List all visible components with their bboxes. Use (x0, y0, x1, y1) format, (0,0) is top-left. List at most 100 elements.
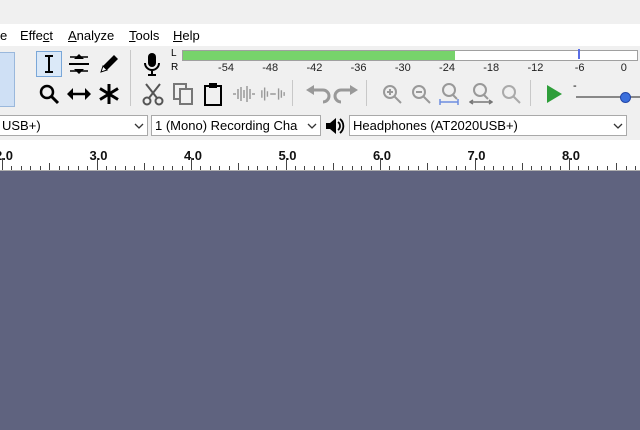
menu-file[interactable]: e (0, 28, 7, 43)
ruler-tick (502, 166, 504, 170)
recording-channels-select[interactable]: 1 (Mono) Recording Cha (151, 115, 321, 136)
silence-audio-button[interactable] (260, 81, 286, 107)
asterisk-icon (99, 84, 119, 104)
ruler-tick (162, 166, 164, 170)
chevron-down-icon (610, 116, 626, 135)
zoom-in-icon (383, 85, 402, 104)
ruler-tick (58, 166, 60, 170)
ruler-tick (276, 166, 278, 170)
redo-icon (333, 85, 358, 104)
menu-analyze-text: nalyze (76, 28, 115, 43)
ruler-tick (96, 158, 98, 170)
ruler-tick (446, 166, 448, 170)
ruler-tick (143, 163, 145, 170)
audio-host-value: USB+) (2, 118, 41, 133)
audio-host-select[interactable]: USB+) (0, 115, 148, 136)
selection-tool-button[interactable] (36, 51, 62, 77)
scissors-icon (142, 83, 164, 106)
magnifier-icon (39, 84, 60, 105)
zoom-out-button[interactable] (408, 81, 434, 107)
toolbar-separator (530, 80, 531, 106)
menu-effect[interactable]: Effect (20, 28, 53, 43)
meter-tick-label: 0 (620, 62, 627, 74)
meter-tick-label: -36 (350, 62, 367, 74)
chevron-down-icon (131, 116, 147, 135)
ruler-tick (77, 166, 79, 170)
menu-help-accel: H (173, 28, 183, 43)
menu-help[interactable]: Help (173, 28, 200, 43)
ruler-tick (20, 166, 22, 170)
speed-slider-thumb[interactable] (620, 92, 631, 103)
menu-analyze-accel: A (68, 28, 77, 43)
play-at-speed-button[interactable] (541, 81, 567, 107)
transport-toolbar-edge (0, 52, 15, 107)
ruler-tick (332, 163, 334, 170)
ruler-tick (172, 166, 174, 170)
meter-tick-label: -24 (439, 62, 455, 74)
menu-bar: e Effect Analyze Tools Help (0, 24, 640, 46)
multi-tool-button[interactable] (96, 81, 122, 107)
meter-peak-marker (577, 49, 580, 59)
ruler-tick (625, 166, 627, 170)
ruler-tick (569, 158, 570, 170)
fit-selection-button[interactable] (437, 81, 463, 107)
ruler-tick (521, 163, 523, 170)
clipboard-icon (204, 83, 222, 106)
copy-button[interactable] (170, 81, 196, 107)
ruler-tick (597, 166, 599, 170)
ruler-time-label: 8.0 (561, 148, 581, 163)
ruler-tick (115, 166, 117, 170)
ruler-tick (228, 166, 230, 170)
ruler-tick (493, 166, 495, 170)
ruler-tick (257, 166, 259, 170)
copy-icon (173, 83, 193, 105)
device-toolbar: USB+) 1 (Mono) Recording Cha Headphones … (0, 113, 640, 139)
track-area[interactable] (0, 171, 640, 430)
meter-left-label: L (171, 48, 177, 59)
undo-icon (306, 85, 331, 104)
envelope-icon (69, 54, 89, 74)
zoom-toggle-button[interactable] (498, 81, 524, 107)
ruler-tick (380, 158, 381, 170)
ruler-time-label: 5.0 (278, 148, 297, 163)
undo-button[interactable] (305, 81, 331, 107)
menu-help-text: elp (182, 28, 200, 43)
redo-button[interactable] (333, 81, 359, 107)
toolbar-separator (130, 50, 131, 106)
paste-button[interactable] (200, 81, 226, 107)
ruler-tick (578, 166, 580, 170)
ruler-tick (474, 158, 476, 170)
ruler-tick (304, 166, 306, 170)
menu-analyze[interactable]: Analyze (68, 28, 114, 43)
ruler-time-label: 4.0 (183, 148, 203, 163)
ruler-tick (616, 163, 618, 170)
menu-tools[interactable]: Tools (129, 28, 159, 43)
playback-device-select[interactable]: Headphones (AT2020USB+) (349, 115, 627, 136)
ruler-tick (398, 166, 400, 170)
ruler-tick (209, 166, 211, 170)
ruler-tick (266, 166, 268, 170)
time-shift-tool-button[interactable] (66, 81, 92, 107)
ruler-tick (370, 166, 372, 170)
fit-project-button[interactable] (468, 81, 494, 107)
ruler-tick (134, 166, 136, 170)
ruler-time-label: 3.0 (89, 148, 108, 163)
ruler-tick (238, 163, 240, 170)
ruler-time-label: 6.0 (372, 148, 392, 163)
zoom-in-button[interactable] (379, 81, 405, 107)
recording-meter[interactable]: L R -54 -48 -42 -36 -30 -24 -18 -12 -6 0 (168, 48, 640, 76)
ruler-tick (436, 166, 438, 170)
record-meter-button[interactable] (139, 51, 165, 77)
ruler-tick (408, 166, 410, 170)
trim-audio-button[interactable] (231, 81, 257, 107)
zoom-tool-button[interactable] (36, 81, 62, 107)
draw-tool-button[interactable] (96, 51, 122, 77)
ruler-tick (200, 166, 202, 170)
ruler-tick (559, 166, 561, 170)
cut-button[interactable] (140, 81, 166, 107)
microphone-icon (144, 53, 160, 76)
meter-right-label: R (171, 62, 179, 73)
play-icon (547, 85, 562, 103)
envelope-tool-button[interactable] (66, 51, 92, 77)
timeline-ruler[interactable]: 2.03.04.05.06.07.08.0 (0, 140, 640, 171)
